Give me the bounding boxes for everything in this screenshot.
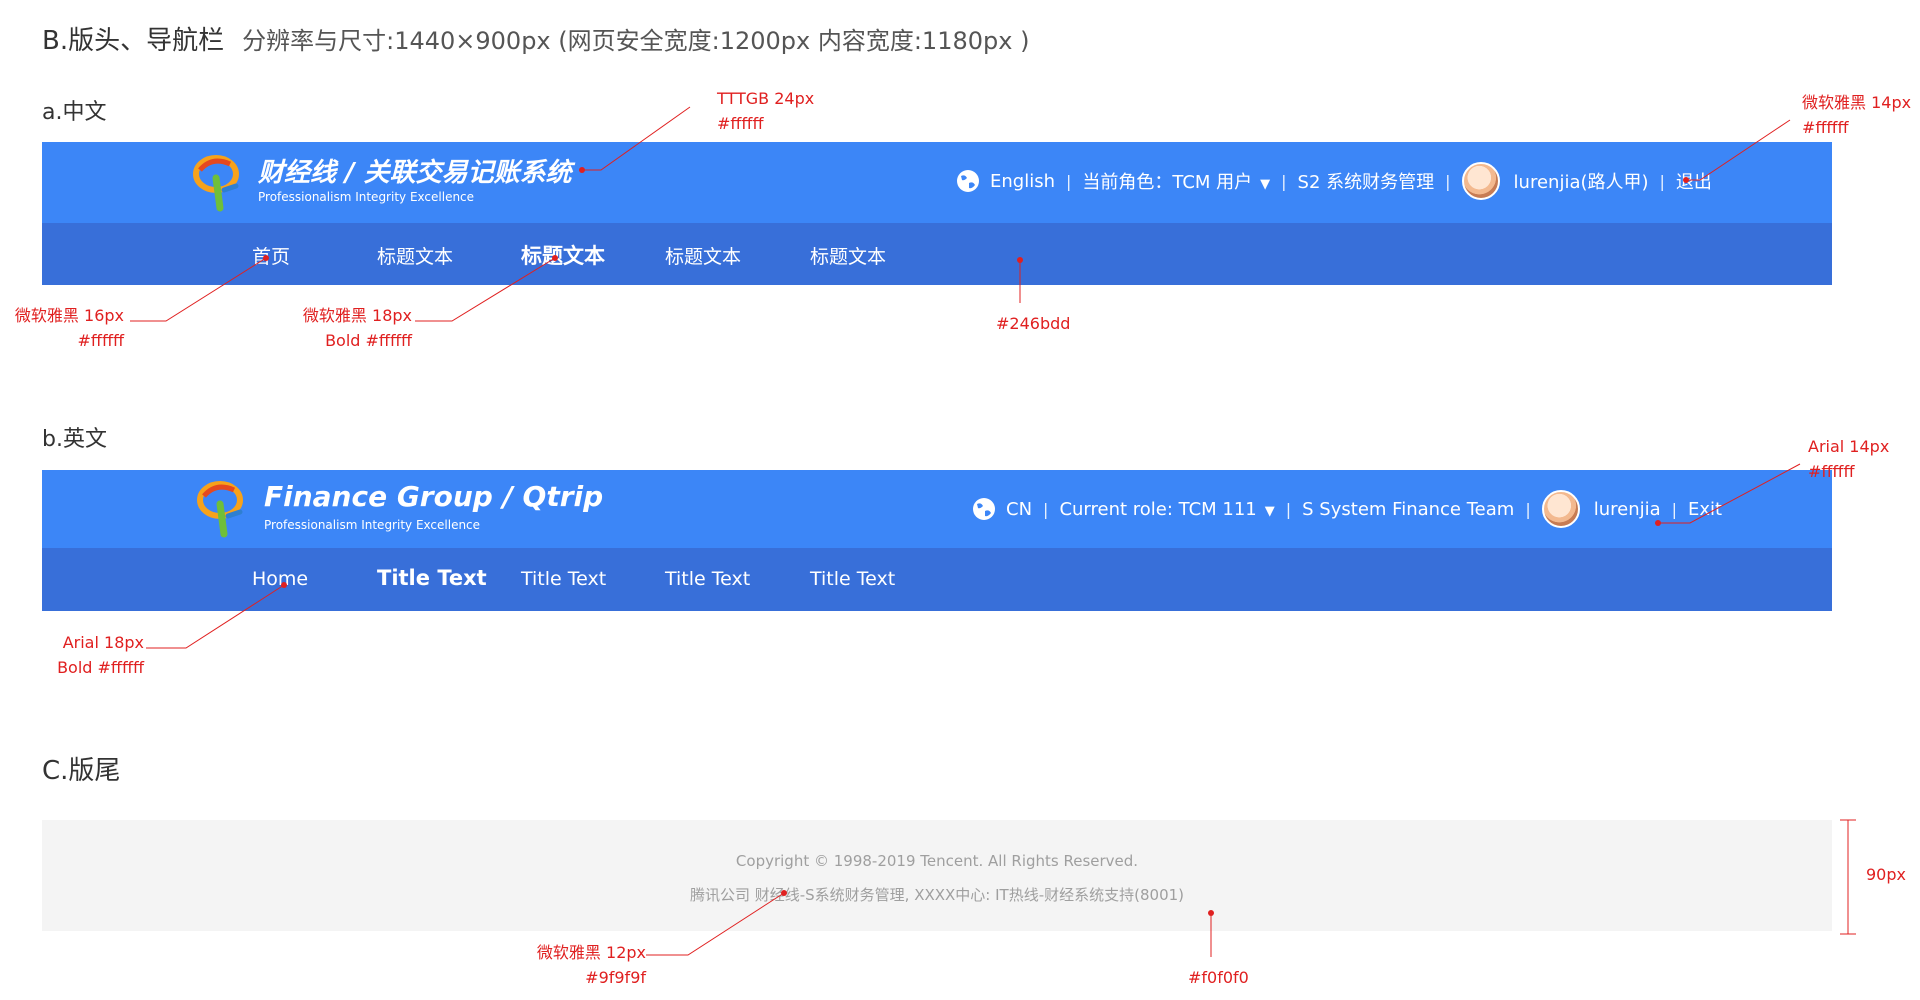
divider: | [1285,499,1292,519]
en-utility-bar: CN | Current role: TCM 111 ▼ | S System F… [972,490,1722,528]
globe-icon [957,170,979,192]
annotation-footer-bg: #f0f0f0 [1188,968,1249,987]
caret-down-icon: ▼ [1260,177,1271,192]
cn-nav-bar: 首页 标题文本 标题文本 标题文本 标题文本 [42,223,1832,285]
brand-logo-icon [193,155,239,212]
en-user-name[interactable]: lurenjia [1594,499,1661,520]
en-exit-link[interactable]: Exit [1688,499,1722,520]
annotation-nav-active-font-cn: 微软雅黑 18px [302,306,412,325]
caret-down-icon: ▼ [1264,503,1275,519]
cn-language-switch[interactable]: English [990,171,1055,192]
section-c-title: C.版尾 [42,756,121,786]
footer-info: 腾讯公司 财经线-S系统财务管理, XXXX中心: IT热线-财经系统支持(80… [689,886,1185,904]
divider: | [1281,171,1287,191]
cn-nav-home[interactable]: 首页 [252,242,290,269]
footer: Copyright © 1998-2019 Tencent. All Right… [42,820,1832,931]
divider: | [1671,499,1678,519]
cn-logout-link[interactable]: 退出 [1676,168,1712,194]
annotation-util-font-cn: 微软雅黑 14px [1802,93,1912,112]
annotation-brand-font: TTTGB 24px [717,89,815,108]
en-nav-item-active[interactable]: Title Text [377,566,487,590]
footer-height-label: 90px [1866,865,1906,884]
en-role-select[interactable]: Current role: TCM 111 ▼ [1059,499,1274,520]
cn-role-label: 当前角色：TCM 用户 [1082,172,1253,193]
cn-system-link[interactable]: S2 系统财务管理 [1298,168,1435,194]
annotation-util-color-cn: #ffffff [1802,118,1849,137]
en-system-link[interactable]: S System Finance Team [1302,499,1514,520]
en-brand-title: Finance Group / Qtrip [264,480,604,513]
divider: | [1043,499,1049,519]
en-brand-subtitle: Professionalism Integrity Excellence [264,518,481,532]
annotation-util-color-en: #ffffff [1808,462,1855,481]
user-avatar[interactable] [1461,162,1500,200]
divider: | [1445,171,1451,191]
annotation-util-font-en: Arial 14px [1808,437,1890,456]
annotation-footer-color: #9f9f9f [585,968,646,987]
annotation-nav-color-cn: #ffffff [77,331,124,350]
annotation-nav-font-cn: 微软雅黑 16px [14,306,124,325]
en-nav-home[interactable]: Home [252,568,308,590]
cn-header-bar: 财经线 / 关联交易记账系统 Professionalism Integrity… [42,142,1832,223]
divider: | [1525,499,1531,519]
annotation-nav-style-en: Bold #ffffff [57,658,144,677]
cn-user-name[interactable]: lurenjia(路人甲) [1514,168,1649,194]
annotation-nav-font-en: Arial 18px [62,633,144,652]
section-b-note: 分辨率与尺寸:1440×900px (网页安全宽度:1200px 内容宽度:11… [242,27,1030,55]
annotation-brand-color: #ffffff [717,114,764,133]
en-nav-item-3[interactable]: Title Text [521,568,606,590]
cn-nav-item-active[interactable]: 标题文本 [521,240,605,270]
cn-brand-subtitle: Professionalism Integrity Excellence [258,190,475,204]
variant-en-label: b.英文 [42,427,107,452]
variant-cn-label: a.中文 [42,100,107,125]
annotation-footer-font: 微软雅黑 12px [536,943,646,962]
cn-utility-bar: English | 当前角色：TCM 用户 ▼ | S2 系统财务管理 | lur… [956,162,1712,200]
section-b-title: B.版头、导航栏 [42,26,225,56]
footer-copyright: Copyright © 1998-2019 Tencent. All Right… [735,852,1139,870]
user-avatar[interactable] [1541,490,1580,528]
cn-nav-item-4[interactable]: 标题文本 [665,242,741,269]
annotation-nav-active-style-cn: Bold #ffffff [325,331,412,350]
divider: | [1659,171,1665,191]
cn-nav-item-5[interactable]: 标题文本 [810,242,886,269]
en-language-switch[interactable]: CN [1006,499,1032,520]
en-nav-bar: Home Title Text Title Text Title Text Ti… [42,548,1832,611]
brand-logo-icon [197,481,243,538]
globe-icon [973,498,995,520]
en-header-bar: Finance Group / Qtrip Professionalism In… [42,470,1832,548]
section-b-heading: B.版头、导航栏 分辨率与尺寸:1440×900px (网页安全宽度:1200px… [42,20,1029,57]
annotation-nav-bg: #246bdd [996,314,1071,333]
en-nav-item-5[interactable]: Title Text [810,568,895,590]
cn-role-select[interactable]: 当前角色：TCM 用户 ▼ [1082,168,1270,194]
en-role-label: Current role: TCM 111 [1059,498,1257,520]
cn-nav-item-2[interactable]: 标题文本 [377,242,453,269]
en-nav-item-4[interactable]: Title Text [665,568,750,590]
cn-brand-title: 财经线 / 关联交易记账系统 [258,158,572,188]
divider: | [1066,171,1072,191]
